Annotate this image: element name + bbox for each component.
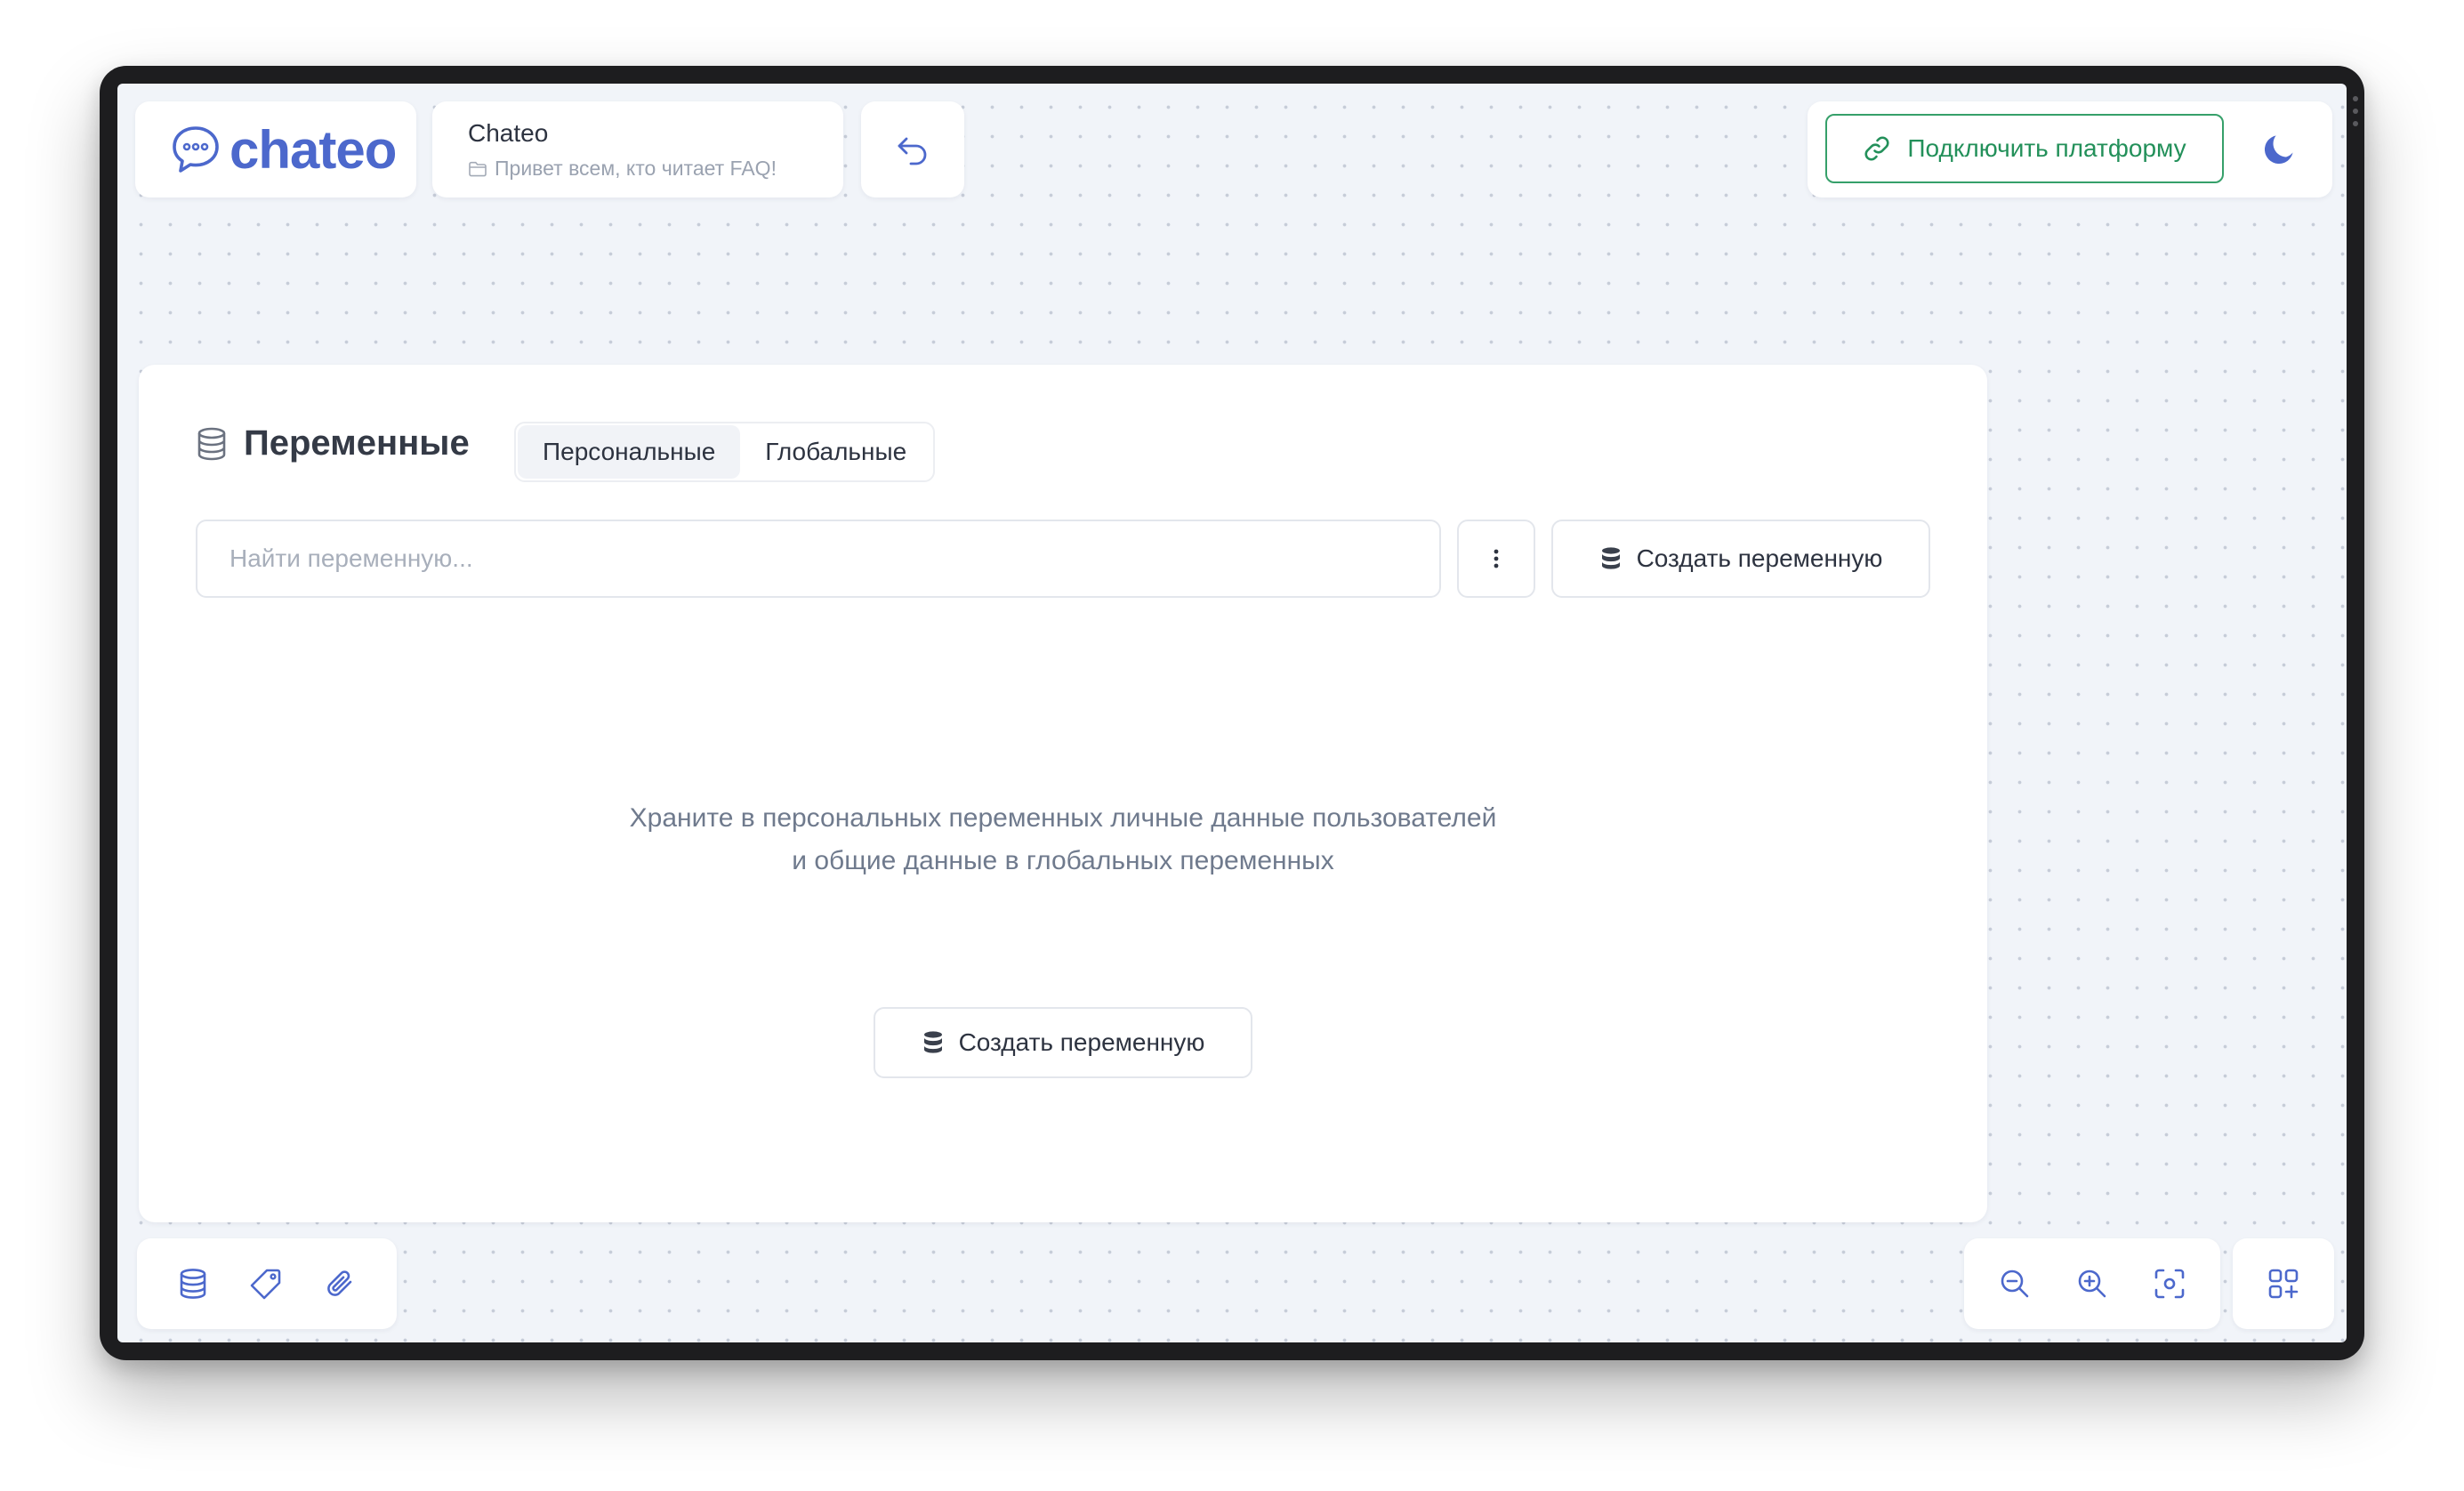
empty-create-variable-label: Создать переменную [958,1028,1205,1056]
apps-add-icon [2267,1267,2300,1301]
database-icon[interactable] [177,1267,209,1301]
database-icon [922,1030,945,1055]
undo-button[interactable] [861,101,964,197]
database-icon [196,426,228,462]
tag-icon[interactable] [249,1267,283,1301]
empty-create-variable-button[interactable]: Создать переменную [874,1007,1252,1078]
moon-icon [2259,130,2299,169]
window-handle [2352,96,2359,133]
project-name: Chateo [468,119,549,147]
link-icon [1863,134,1891,163]
panel-title-text: Переменные [244,423,470,463]
kebab-icon [1493,546,1500,571]
connect-platform-label: Подключить платформу [1907,134,2186,162]
create-variable-button[interactable]: Создать переменную [1551,520,1930,598]
focus-icon[interactable] [2153,1267,2186,1301]
create-variable-label: Создать переменную [1636,544,1883,572]
panel-title: Переменные [196,423,470,463]
more-button[interactable] [1457,520,1535,598]
search-input[interactable] [196,520,1441,598]
logo-card[interactable]: chateo [135,101,416,197]
variables-panel: Переменные Персональные Глобальные Созда… [139,365,1987,1222]
empty-state-line-2: и общие данные в глобальных переменных [792,846,1334,875]
logo-text: chateo [229,119,397,180]
zoom-toolbar [1964,1238,2220,1329]
folder-icon [468,160,495,178]
variable-tabs: Персональные Глобальные [514,422,936,482]
project-card[interactable]: Chateo Привет всем, кто читает FAQ! [432,101,843,197]
app-canvas: chateo Chateo Привет всем, кто читает FA… [117,84,2347,1342]
paperclip-icon[interactable] [323,1267,357,1301]
chat-bubble-icon [169,123,222,176]
database-icon [1599,546,1623,571]
project-subtitle-text: Привет всем, кто читает FAQ! [495,157,777,180]
project-subtitle: Привет всем, кто читает FAQ! [468,157,843,181]
empty-state-text: Храните в персональных переменных личные… [560,797,1566,883]
header-actions: Подключить платформу [1808,101,2332,197]
tab-global[interactable]: Глобальные [740,425,931,479]
zoom-in-icon[interactable] [2075,1267,2109,1301]
connect-platform-button[interactable]: Подключить платформу [1825,114,2224,183]
bottom-left-toolbar [137,1238,397,1329]
tab-personal[interactable]: Персональные [518,425,741,479]
theme-toggle[interactable] [2259,130,2299,169]
undo-icon [895,132,930,167]
zoom-out-icon[interactable] [1998,1267,2032,1301]
empty-state-line-1: Храните в персональных переменных личные… [629,803,1497,833]
apps-button[interactable] [2233,1238,2334,1329]
